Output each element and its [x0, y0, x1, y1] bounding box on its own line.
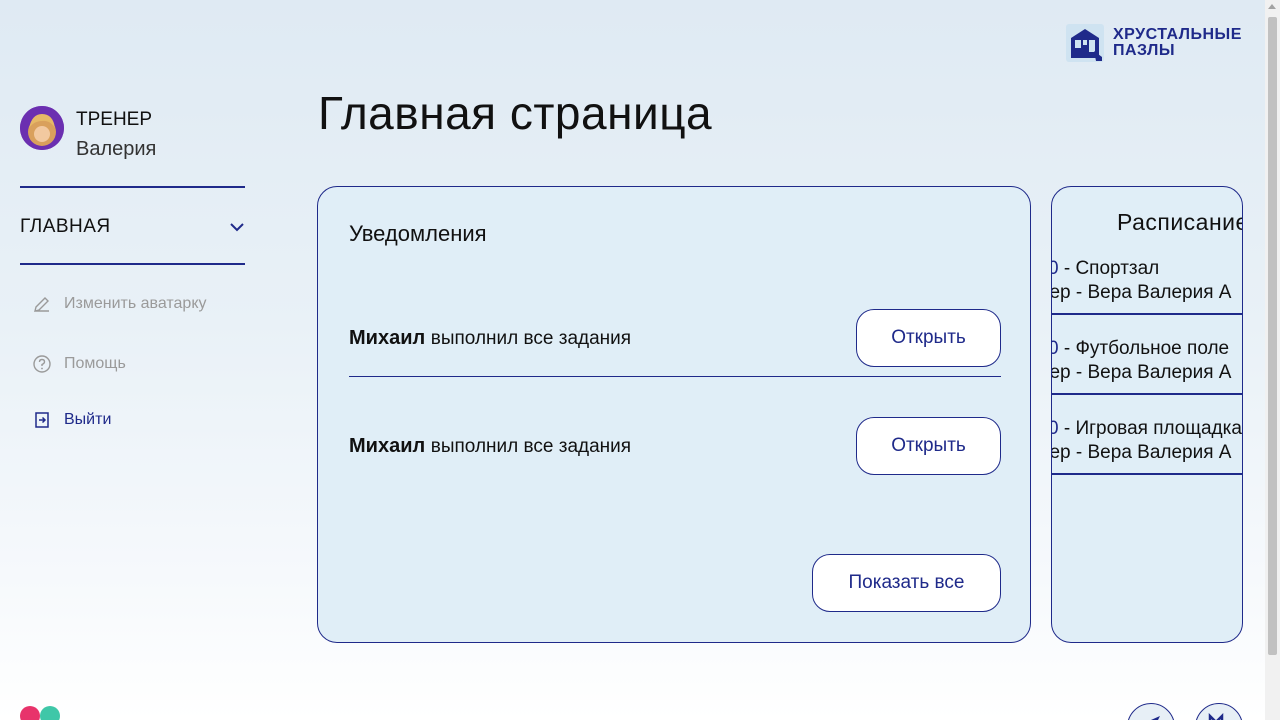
logout-icon: [35, 412, 49, 428]
logo-text-line2: ПАЗЛЫ: [1113, 42, 1176, 59]
avatar-image: [20, 106, 64, 150]
notifications-card: Уведомления Михаил выполнил все задания …: [317, 186, 1031, 643]
nav-main-label: ГЛАВНАЯ: [20, 216, 111, 237]
schedule-item[interactable]: 0 - Игровая площадка нер - Вера Валерия …: [1051, 395, 1242, 475]
logout-link[interactable]: Выйти: [32, 410, 111, 430]
change-avatar-link[interactable]: Изменить аватарку: [32, 294, 207, 314]
schedule-trainer: нер - Вера Валерия А: [1051, 362, 1232, 383]
notification-name: Михаил: [349, 434, 426, 457]
schedule-item[interactable]: 0 - Спортзал нер - Вера Валерия А: [1051, 235, 1242, 315]
schedule-card: Расписание 0 - Спортзал нер - Вера Валер…: [1051, 186, 1243, 643]
send-button[interactable]: [1127, 703, 1175, 720]
brand-logo: ХРУСТАЛЬНЫЕ ПАЗЛЫ: [1066, 24, 1242, 62]
schedule-time: 0: [1052, 338, 1059, 359]
decorative-dots-icon: [20, 706, 60, 720]
nav-main-dropdown[interactable]: ГЛАВНАЯ: [20, 212, 245, 242]
help-icon: [33, 355, 51, 373]
schedule-location: - Игровая площадка: [1058, 418, 1242, 439]
user-menu-button[interactable]: [1195, 703, 1243, 720]
schedule-trainer: нер - Вера Валерия А: [1051, 442, 1232, 463]
schedule-location: - Спортзал: [1058, 258, 1160, 279]
nav-divider-top: [20, 186, 245, 188]
logo-icon: [1066, 24, 1104, 62]
notification-item: Михаил выполнил все задания Открыть: [349, 309, 1001, 367]
notifications-title: Уведомления: [349, 221, 487, 246]
scroll-up-arrow-icon[interactable]: [1268, 4, 1276, 9]
notification-text: выполнил все задания: [430, 435, 632, 457]
help-label: Помощь: [64, 355, 126, 372]
nav-divider-bottom: [20, 263, 245, 265]
scrollbar-thumb[interactable]: [1268, 17, 1277, 655]
page-scrollbar[interactable]: [1265, 0, 1280, 720]
help-link[interactable]: Помощь: [32, 354, 126, 374]
avatar[interactable]: [20, 106, 64, 150]
change-avatar-label: Изменить аватарку: [64, 295, 207, 312]
page-title: Главная страница: [318, 87, 713, 139]
logo-text-line1: ХРУСТАЛЬНЫЕ: [1113, 26, 1242, 43]
logout-label: Выйти: [64, 411, 112, 428]
schedule-location: - Футбольное поле: [1058, 338, 1230, 359]
chevron-down-icon: [230, 223, 244, 232]
notification-name: Михаил: [349, 326, 426, 349]
show-all-button[interactable]: Показать все: [812, 554, 1001, 612]
user-menu-icon: [1208, 712, 1224, 720]
user-role: ТРЕНЕР: [76, 109, 153, 130]
schedule-time: 0: [1052, 258, 1059, 279]
notification-divider: [349, 376, 1001, 377]
schedule-title: Расписание: [1117, 209, 1243, 235]
open-button[interactable]: Открыть: [856, 417, 1001, 475]
schedule-trainer: нер - Вера Валерия А: [1051, 282, 1232, 303]
schedule-item[interactable]: 0 - Футбольное поле нер - Вера Валерия А: [1051, 315, 1242, 395]
schedule-time: 0: [1052, 418, 1059, 439]
open-button[interactable]: Открыть: [856, 309, 1001, 367]
user-name: Валерия: [76, 138, 157, 160]
pencil-icon: [34, 297, 49, 312]
send-icon: [1151, 716, 1160, 720]
notification-item: Михаил выполнил все задания Открыть: [349, 417, 1001, 475]
user-profile: ТРЕНЕР Валерия: [20, 106, 156, 164]
notification-text: выполнил все задания: [430, 327, 632, 349]
